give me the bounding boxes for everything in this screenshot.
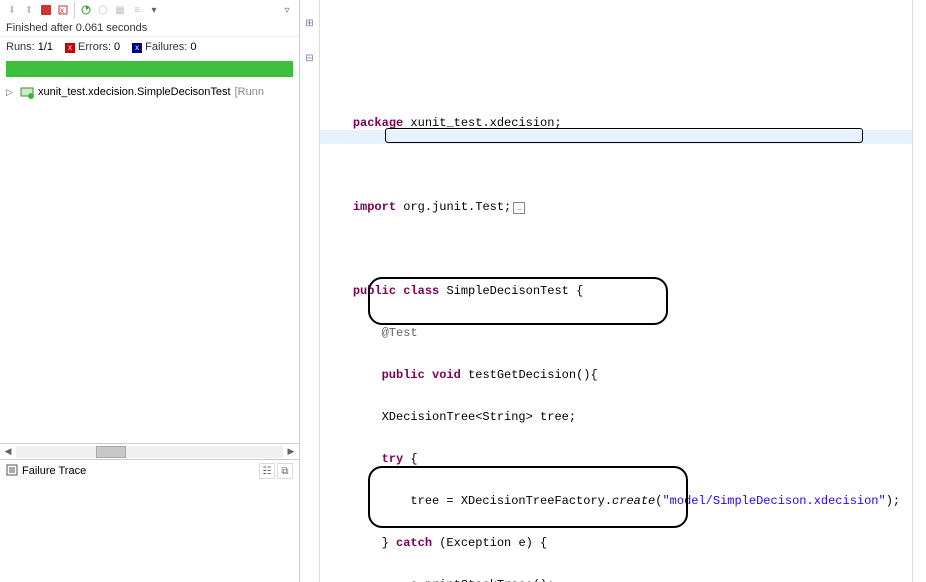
relaunch-icon[interactable]: x bbox=[55, 2, 71, 18]
status-text: Finished after 0.061 seconds bbox=[0, 20, 299, 37]
progress-container bbox=[0, 57, 299, 81]
failures-value: 0 bbox=[190, 41, 196, 53]
failure-trace-area bbox=[0, 482, 299, 582]
method-sig: testGetDecision(){ bbox=[461, 368, 598, 382]
annotation-test: @Test bbox=[382, 326, 418, 340]
prev-failure-icon[interactable]: ⬆ bbox=[21, 2, 37, 18]
svg-text:x: x bbox=[60, 6, 64, 15]
scroll-left-icon[interactable]: ◀ bbox=[0, 446, 16, 457]
tree-decl: XDecisionTree<String> tree; bbox=[324, 410, 576, 424]
folded-imports-icon[interactable]: … bbox=[513, 202, 524, 214]
current-line-highlight bbox=[320, 130, 912, 144]
history-dropdown-icon[interactable]: ▾ bbox=[146, 2, 162, 18]
create-call: create bbox=[612, 494, 655, 508]
menu-dropdown-icon[interactable]: ▿ bbox=[279, 2, 295, 18]
code-editor[interactable]: package xunit_test.xdecision; import org… bbox=[320, 0, 912, 582]
horizontal-scrollbar[interactable]: ◀ ▶ bbox=[0, 443, 299, 459]
catch-rest: (Exception e) { bbox=[432, 536, 547, 550]
show-failures-icon[interactable]: ▦ bbox=[112, 2, 128, 18]
kw-void: void bbox=[432, 368, 461, 382]
junit-toolbar: ⬇ ⬆ x ▦ ≡ ▾ ▿ bbox=[0, 0, 299, 20]
imp-name: org.junit.Test; bbox=[396, 200, 511, 214]
rerun-failed-icon[interactable] bbox=[95, 2, 111, 18]
assign-pre: tree = XDecisionTreeFactory. bbox=[324, 494, 612, 508]
junit-panel: ⬇ ⬆ x ▦ ≡ ▾ ▿ Finished after 0.061 secon… bbox=[0, 0, 300, 582]
stop-icon[interactable] bbox=[38, 2, 54, 18]
runs-value: 1/1 bbox=[38, 41, 53, 53]
kw-package: package bbox=[353, 116, 403, 130]
printstack: e.printStackTrace(); bbox=[324, 578, 554, 582]
catch-pre: } bbox=[324, 536, 396, 550]
collapse-class-icon[interactable]: ⊟ bbox=[305, 53, 313, 64]
marker-ruler: ⊞ ⊟ bbox=[300, 0, 320, 582]
failure-trace-label: Failure Trace bbox=[22, 465, 86, 477]
scroll-right-icon[interactable]: ▶ bbox=[283, 446, 299, 457]
scroll-thumb[interactable] bbox=[96, 446, 126, 458]
stats-bar: Runs:1/1 xErrors:0 xFailures:0 bbox=[0, 37, 299, 57]
lock-scroll-icon[interactable]: ≡ bbox=[129, 2, 145, 18]
pkg-name: xunit_test.xdecision; bbox=[403, 116, 561, 130]
model-path: "model/SimpleDecison.xdecision" bbox=[662, 494, 885, 508]
error-icon: x bbox=[65, 43, 75, 53]
filter-stack-icon[interactable]: ☷ bbox=[259, 463, 275, 479]
next-failure-icon[interactable]: ⬇ bbox=[4, 2, 20, 18]
test-tree-item[interactable]: ▷ xunit_test.xdecision.SimpleDecisonTest… bbox=[6, 85, 293, 99]
expand-icon[interactable]: ▷ bbox=[6, 87, 16, 98]
test-item-label: xunit_test.xdecision.SimpleDecisonTest bbox=[38, 86, 231, 98]
test-item-runner: [Runn bbox=[235, 86, 264, 98]
progress-bar bbox=[6, 61, 293, 77]
kw-catch: catch bbox=[396, 536, 432, 550]
class-name: SimpleDecisonTest { bbox=[439, 284, 583, 298]
failure-icon: x bbox=[132, 43, 142, 53]
test-suite-icon bbox=[20, 85, 34, 99]
errors-label: Errors: bbox=[78, 41, 111, 53]
editor-panel: ⊞ ⊟ package xunit_test.xdecision; import… bbox=[300, 0, 926, 582]
kw-public: public bbox=[353, 284, 396, 298]
compare-icon[interactable]: ⧉ bbox=[277, 463, 293, 479]
expand-import-icon[interactable]: ⊞ bbox=[305, 18, 313, 29]
assign-post: ); bbox=[886, 494, 900, 508]
rerun-icon[interactable] bbox=[78, 2, 94, 18]
kw-import: import bbox=[353, 200, 396, 214]
failures-label: Failures: bbox=[145, 41, 187, 53]
overview-ruler[interactable] bbox=[912, 0, 926, 582]
errors-value: 0 bbox=[114, 41, 120, 53]
test-tree[interactable]: ▷ xunit_test.xdecision.SimpleDecisonTest… bbox=[0, 81, 299, 443]
try-brace: { bbox=[403, 452, 417, 466]
failure-trace-icon bbox=[6, 464, 18, 479]
kw-class: class bbox=[403, 284, 439, 298]
kw-try: try bbox=[382, 452, 404, 466]
failure-trace-header: Failure Trace ☷ ⧉ bbox=[0, 459, 299, 482]
scroll-track[interactable] bbox=[16, 446, 283, 458]
runs-label: Runs: bbox=[6, 41, 35, 53]
kw-public2: public bbox=[382, 368, 425, 382]
